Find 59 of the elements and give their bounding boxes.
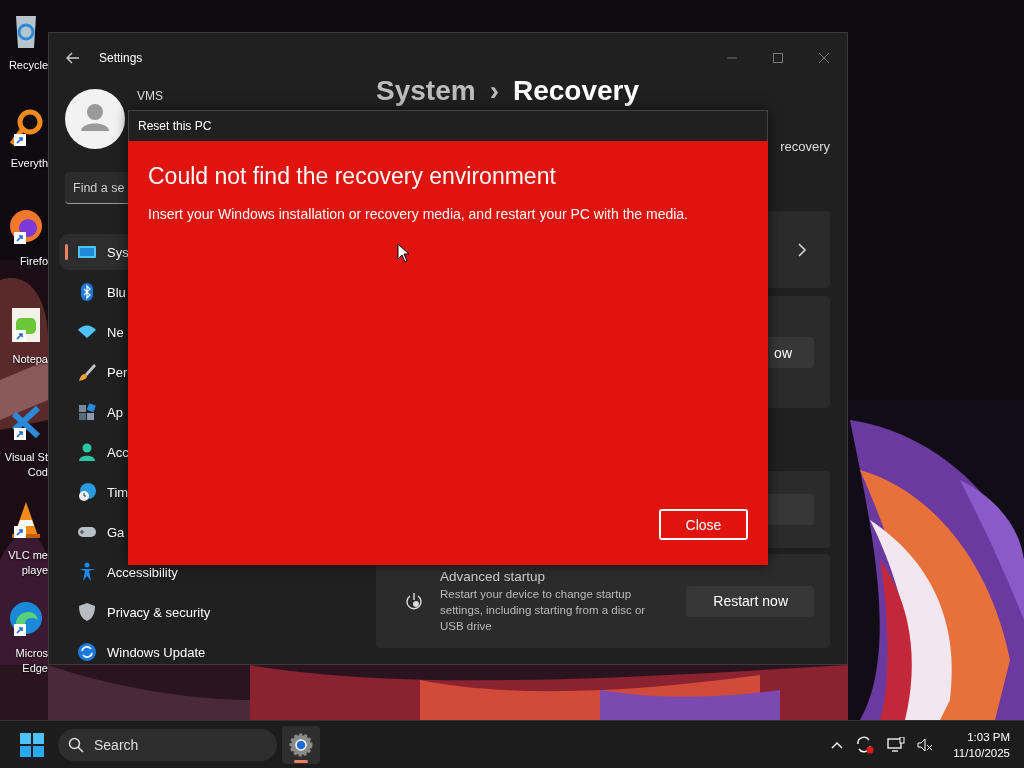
nav-label: Per	[107, 364, 128, 380]
chevron-up-icon[interactable]	[831, 740, 844, 749]
nav-item[interactable]: Blu	[65, 280, 328, 304]
nav-item[interactable]: Ap	[65, 400, 328, 424]
shield-icon	[77, 602, 97, 622]
monitor-icon[interactable]	[887, 736, 906, 753]
card-title: Advanced startup	[440, 568, 547, 584]
nav-item[interactable]: Per	[65, 360, 328, 384]
sync-icon	[77, 642, 97, 662]
breadcrumb-separator: ›	[489, 75, 499, 107]
avatar	[65, 89, 125, 149]
speaker-muted-icon[interactable]	[917, 736, 934, 753]
nav-item[interactable]: Acc	[65, 440, 328, 464]
clock[interactable]: 1:03 PM 11/10/2025	[953, 728, 1010, 761]
nav-label: Ap	[107, 404, 123, 420]
error-message: Insert your Windows installation or recovery media, and restart your PC with the media.	[148, 206, 689, 222]
nav-item[interactable]: Tim	[65, 480, 328, 504]
gear-icon	[289, 732, 313, 757]
nav-label: Ne	[107, 324, 124, 340]
windows-logo-icon[interactable]	[20, 732, 44, 757]
user-name: VMS	[137, 89, 163, 103]
desktop-icon-label: Recycle	[8, 58, 48, 73]
nav-item[interactable]: Ga	[65, 520, 328, 544]
breadcrumb-parent[interactable]: System	[376, 75, 476, 107]
nav-item[interactable]: Windows Update	[65, 640, 328, 664]
nav-label: Acc	[107, 444, 129, 460]
person-icon	[77, 442, 97, 462]
search-icon	[68, 736, 84, 753]
apps-icon	[77, 402, 97, 422]
error-heading: Could not find the recovery environment	[148, 163, 557, 190]
nav-label: Privacy & security	[107, 604, 211, 620]
clock-icon	[77, 482, 97, 502]
close-dialog-button[interactable]: Close	[659, 509, 748, 540]
nav-label: Ga	[107, 524, 125, 540]
sync-icon[interactable]	[855, 735, 876, 754]
restart-button[interactable]: Restart now	[686, 585, 814, 617]
brush-icon	[77, 362, 97, 382]
taskbar-search[interactable]: Search	[58, 728, 277, 761]
nav-label: Windows Update	[107, 644, 206, 660]
nav-item[interactable]: Ne	[65, 320, 328, 344]
nav-item[interactable]: Privacy & security	[65, 600, 328, 624]
desktop-icon-label: Edge	[22, 661, 48, 676]
page-title: Recovery	[512, 75, 640, 107]
nav-label: Tim	[107, 484, 129, 500]
power-gear-icon	[404, 591, 424, 611]
window-title: Settings	[99, 51, 143, 65]
desktop-icon-label: Everyth	[10, 156, 48, 171]
dialog-title: Reset this PC	[138, 119, 212, 133]
nav-label: Blu	[107, 284, 126, 300]
chevron-icon	[796, 242, 808, 257]
taskbar-app[interactable]	[282, 725, 320, 764]
nav-label: Accessibility	[107, 564, 178, 580]
nav-item[interactable]: Accessibility	[65, 560, 328, 584]
page-subtitle: recovery	[780, 139, 830, 154]
maximize-icon[interactable]	[773, 53, 783, 63]
mouse-cursor-icon	[397, 243, 410, 263]
card-description: Restart your device to change startup settings, including starting from a disc or USB drive	[440, 586, 647, 634]
nav-label: Sys	[107, 244, 129, 260]
close-icon[interactable]	[819, 53, 829, 63]
